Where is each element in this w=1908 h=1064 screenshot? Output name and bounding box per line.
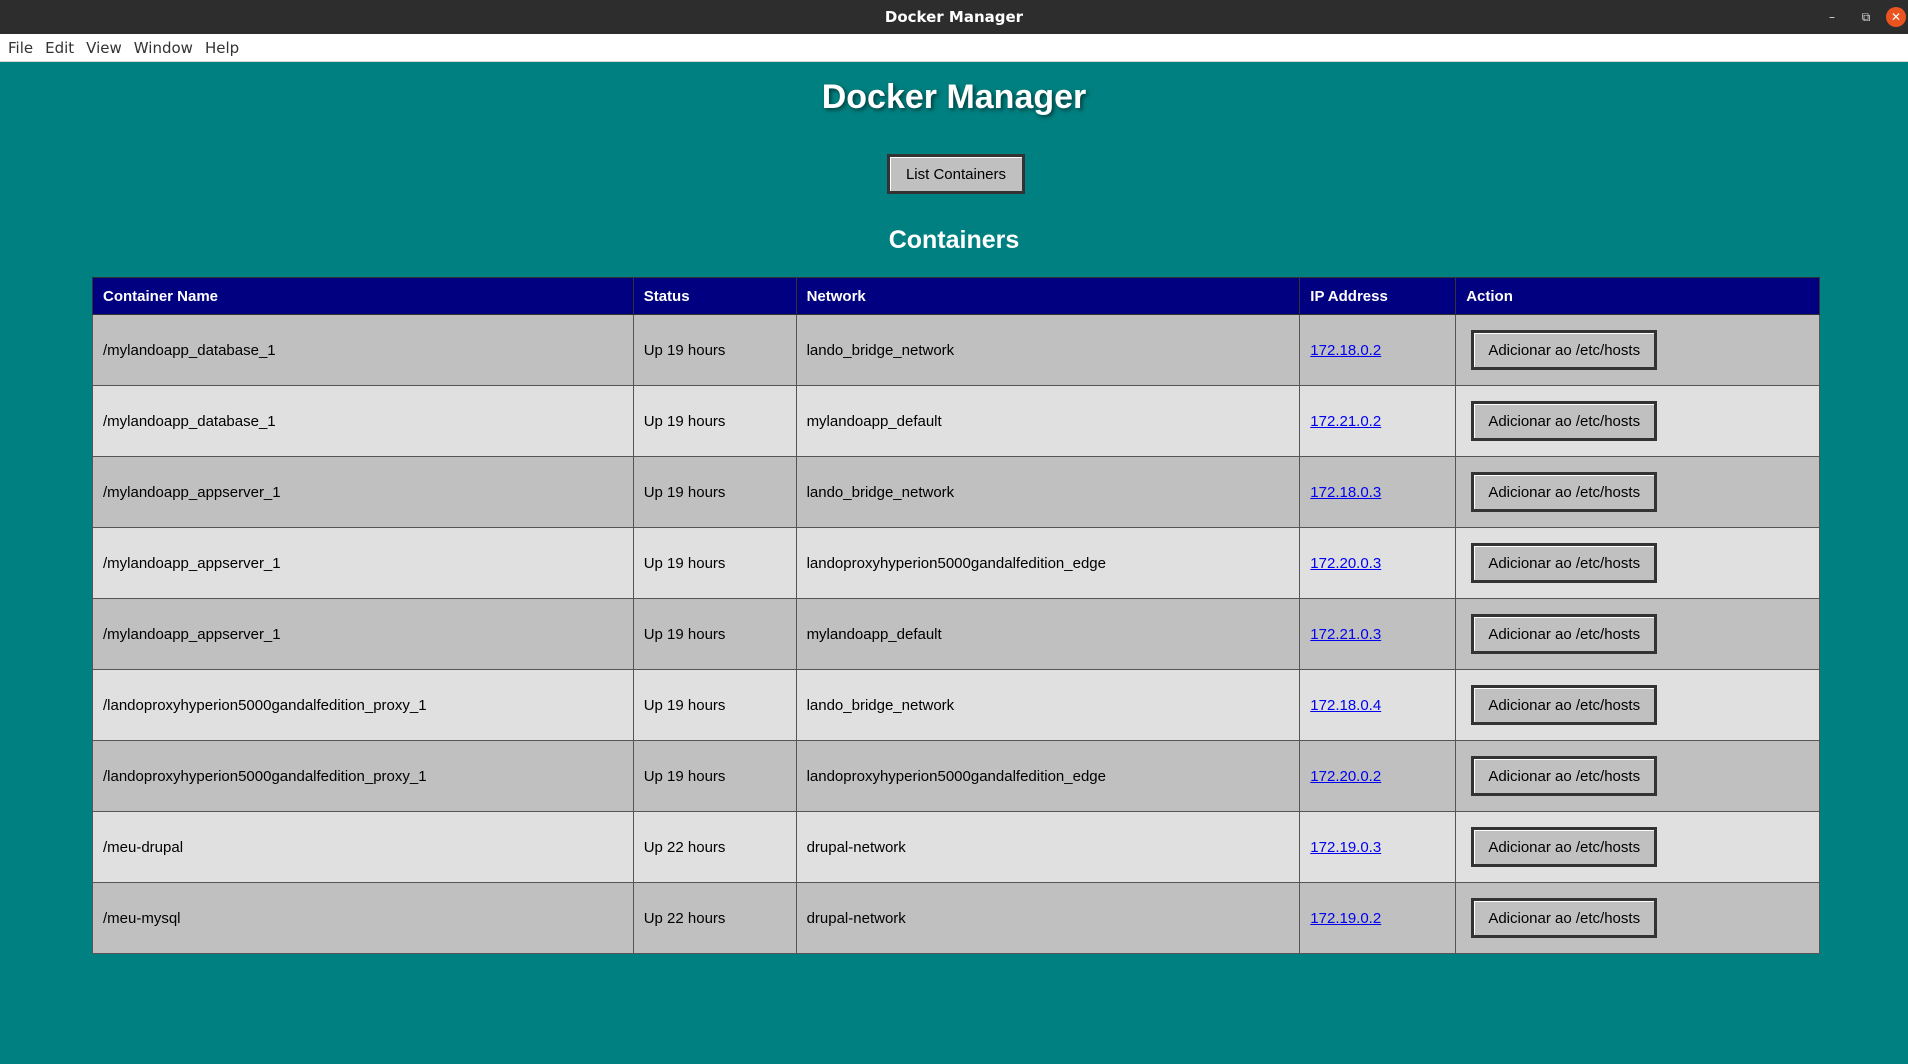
close-icon[interactable]: ✕ [1886, 7, 1906, 27]
ip-cell: 172.19.0.2 [1299, 882, 1457, 954]
menu-file[interactable]: File [2, 39, 39, 57]
menu-window[interactable]: Window [128, 39, 199, 57]
container-name-cell: /mylandoapp_appserver_1 [92, 598, 634, 670]
ip-cell: 172.18.0.3 [1299, 456, 1457, 528]
network-cell: lando_bridge_network [795, 456, 1301, 528]
table-row: /meu-mysql Up 22 hours drupal-network 17… [92, 882, 1820, 954]
ip-address-link[interactable]: 172.18.0.2 [1310, 342, 1381, 359]
status-cell: Up 19 hours [632, 740, 797, 812]
ip-cell: 172.21.0.3 [1299, 598, 1457, 670]
ip-cell: 172.20.0.2 [1299, 740, 1457, 812]
status-cell: Up 22 hours [632, 882, 797, 954]
column-header-action: Action [1455, 277, 1820, 315]
containers-table: Container Name Status Network IP Address… [92, 277, 1820, 954]
add-to-hosts-button[interactable]: Adicionar ao /etc/hosts [1471, 614, 1658, 654]
column-header-container-name: Container Name [92, 277, 634, 315]
action-cell: Adicionar ao /etc/hosts [1455, 314, 1820, 386]
add-to-hosts-button[interactable]: Adicionar ao /etc/hosts [1471, 330, 1658, 370]
container-name-cell: /landoproxyhyperion5000gandalfedition_pr… [92, 669, 634, 741]
status-cell: Up 19 hours [632, 598, 797, 670]
container-name-cell: /meu-mysql [92, 882, 634, 954]
network-cell: landoproxyhyperion5000gandalfedition_edg… [795, 740, 1301, 812]
main-content: Docker Manager List Containers Container… [0, 62, 1908, 1064]
action-cell: Adicionar ao /etc/hosts [1455, 456, 1820, 528]
ip-address-link[interactable]: 172.20.0.2 [1310, 768, 1381, 785]
ip-address-link[interactable]: 172.18.0.4 [1310, 697, 1381, 714]
container-name-cell: /meu-drupal [92, 811, 634, 883]
window-title: Docker Manager [884, 8, 1024, 26]
action-cell: Adicionar ao /etc/hosts [1455, 740, 1820, 812]
window-titlebar: Docker Manager – ⧉ ✕ [0, 0, 1908, 34]
add-to-hosts-button[interactable]: Adicionar ao /etc/hosts [1471, 685, 1658, 725]
ip-cell: 172.21.0.2 [1299, 385, 1457, 457]
action-cell: Adicionar ao /etc/hosts [1455, 527, 1820, 599]
status-cell: Up 22 hours [632, 811, 797, 883]
menu-help[interactable]: Help [199, 39, 245, 57]
action-cell: Adicionar ao /etc/hosts [1455, 811, 1820, 883]
ip-cell: 172.18.0.4 [1299, 669, 1457, 741]
list-containers-button[interactable]: List Containers [887, 154, 1025, 194]
action-cell: Adicionar ao /etc/hosts [1455, 669, 1820, 741]
add-to-hosts-button[interactable]: Adicionar ao /etc/hosts [1471, 543, 1658, 583]
ip-cell: 172.20.0.3 [1299, 527, 1457, 599]
table-row: /mylandoapp_appserver_1 Up 19 hours land… [92, 456, 1820, 528]
ip-address-link[interactable]: 172.21.0.3 [1310, 626, 1381, 643]
table-row: /landoproxyhyperion5000gandalfedition_pr… [92, 740, 1820, 812]
status-cell: Up 19 hours [632, 456, 797, 528]
action-cell: Adicionar ao /etc/hosts [1455, 385, 1820, 457]
network-cell: mylandoapp_default [795, 598, 1301, 670]
container-name-cell: /mylandoapp_appserver_1 [92, 456, 634, 528]
page-title: Docker Manager [821, 78, 1087, 116]
network-cell: drupal-network [795, 811, 1301, 883]
minimize-icon[interactable]: – [1818, 6, 1846, 28]
container-name-cell: /landoproxyhyperion5000gandalfedition_pr… [92, 740, 634, 812]
network-cell: landoproxyhyperion5000gandalfedition_edg… [795, 527, 1301, 599]
containers-heading: Containers [888, 226, 1020, 254]
column-header-status: Status [632, 277, 797, 315]
container-name-cell: /mylandoapp_database_1 [92, 385, 634, 457]
window-controls: – ⧉ ✕ [1812, 0, 1908, 34]
add-to-hosts-button[interactable]: Adicionar ao /etc/hosts [1471, 827, 1658, 867]
table-header-row: Container Name Status Network IP Address… [92, 277, 1820, 315]
table-row: /mylandoapp_appserver_1 Up 19 hours land… [92, 527, 1820, 599]
action-cell: Adicionar ao /etc/hosts [1455, 882, 1820, 954]
network-cell: lando_bridge_network [795, 314, 1301, 386]
table-row: /mylandoapp_database_1 Up 19 hours mylan… [92, 385, 1820, 457]
add-to-hosts-button[interactable]: Adicionar ao /etc/hosts [1471, 472, 1658, 512]
status-cell: Up 19 hours [632, 527, 797, 599]
column-header-network: Network [795, 277, 1301, 315]
table-row: /mylandoapp_database_1 Up 19 hours lando… [92, 314, 1820, 386]
network-cell: drupal-network [795, 882, 1301, 954]
status-cell: Up 19 hours [632, 669, 797, 741]
ip-address-link[interactable]: 172.18.0.3 [1310, 484, 1381, 501]
ip-cell: 172.19.0.3 [1299, 811, 1457, 883]
container-name-cell: /mylandoapp_appserver_1 [92, 527, 634, 599]
network-cell: mylandoapp_default [795, 385, 1301, 457]
ip-address-link[interactable]: 172.19.0.2 [1310, 910, 1381, 927]
status-cell: Up 19 hours [632, 314, 797, 386]
status-cell: Up 19 hours [632, 385, 797, 457]
column-header-ip-address: IP Address [1299, 277, 1457, 315]
container-name-cell: /mylandoapp_database_1 [92, 314, 634, 386]
table-row: /landoproxyhyperion5000gandalfedition_pr… [92, 669, 1820, 741]
menu-edit[interactable]: Edit [39, 39, 80, 57]
add-to-hosts-button[interactable]: Adicionar ao /etc/hosts [1471, 898, 1658, 938]
action-cell: Adicionar ao /etc/hosts [1455, 598, 1820, 670]
network-cell: lando_bridge_network [795, 669, 1301, 741]
ip-address-link[interactable]: 172.19.0.3 [1310, 839, 1381, 856]
add-to-hosts-button[interactable]: Adicionar ao /etc/hosts [1471, 401, 1658, 441]
add-to-hosts-button[interactable]: Adicionar ao /etc/hosts [1471, 756, 1658, 796]
table-row: /meu-drupal Up 22 hours drupal-network 1… [92, 811, 1820, 883]
table-row: /mylandoapp_appserver_1 Up 19 hours myla… [92, 598, 1820, 670]
ip-cell: 172.18.0.2 [1299, 314, 1457, 386]
ip-address-link[interactable]: 172.21.0.2 [1310, 413, 1381, 430]
menu-view[interactable]: View [80, 39, 128, 57]
restore-icon[interactable]: ⧉ [1852, 6, 1880, 28]
menu-bar: File Edit View Window Help [0, 34, 1908, 62]
ip-address-link[interactable]: 172.20.0.3 [1310, 555, 1381, 572]
